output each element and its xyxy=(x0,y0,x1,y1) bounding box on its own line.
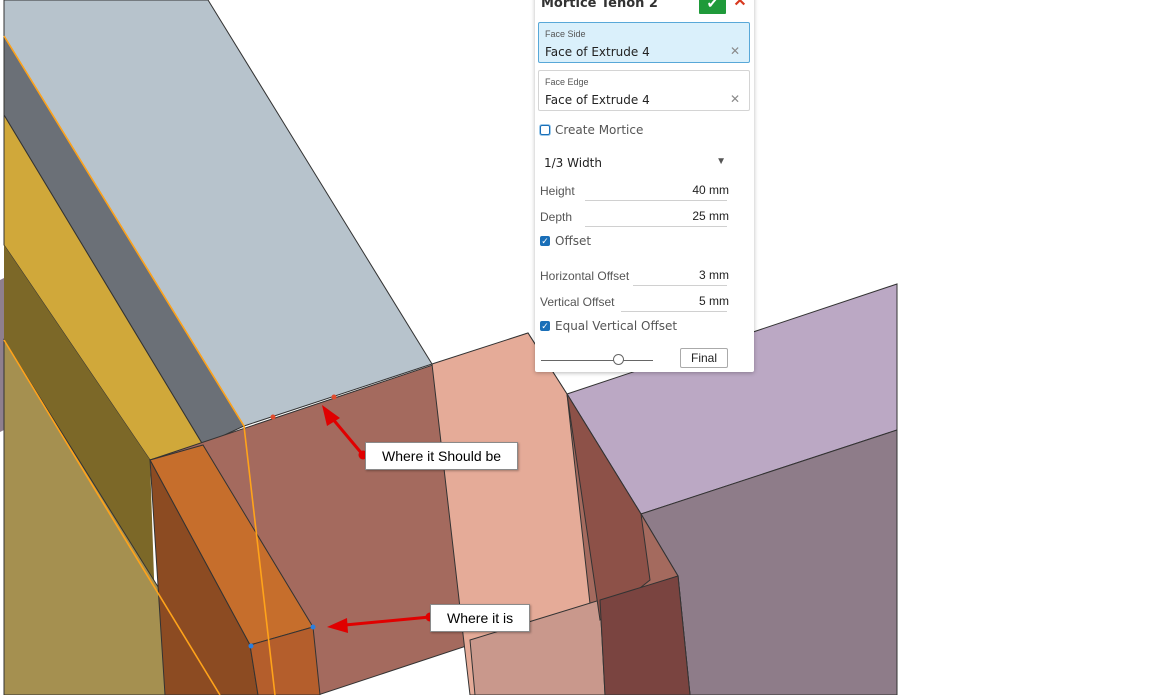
sketch-point xyxy=(248,643,254,649)
horizontal-offset-underline xyxy=(633,285,727,286)
final-button[interactable]: Final xyxy=(680,348,728,368)
face-side-label: Face Side xyxy=(545,29,586,39)
gray-face-left xyxy=(0,278,4,432)
equal-vertical-offset-checkbox[interactable]: ✓ xyxy=(540,321,550,331)
depth-label: Depth xyxy=(540,210,573,224)
depth-underline xyxy=(585,226,727,227)
feature-dialog: Mortice Tenon 2 ✔ ✕ Face Side Face of Ex… xyxy=(535,0,754,372)
height-input[interactable]: 40 mm xyxy=(692,183,729,197)
rollback-slider[interactable] xyxy=(541,360,653,361)
close-icon: ✕ xyxy=(733,0,747,10)
height-label: Height xyxy=(540,184,575,198)
annotation-where-it-is: Where it is xyxy=(430,604,531,632)
vertical-offset-underline xyxy=(621,311,727,312)
vertical-offset-label: Vertical Offset xyxy=(540,295,615,309)
cancel-button[interactable]: ✕ xyxy=(731,0,749,14)
sketch-point xyxy=(310,624,316,630)
offset-checkbox[interactable]: ✓ xyxy=(540,236,550,246)
face-edge-value: Face of Extrude 4 xyxy=(545,93,650,107)
face-edge-field[interactable]: Face Edge Face of Extrude 4 ✕ xyxy=(538,70,750,111)
horizontal-offset-input[interactable]: 3 mm xyxy=(699,268,729,282)
width-select-value: 1/3 Width xyxy=(544,156,602,170)
chevron-down-icon: ▼ xyxy=(716,156,726,167)
clear-icon[interactable]: ✕ xyxy=(730,92,740,106)
sketch-point xyxy=(270,414,276,420)
create-mortice-label: Create Mortice xyxy=(555,123,644,137)
sketch-point xyxy=(331,394,337,400)
face-side-field[interactable]: Face Side Face of Extrude 4 ✕ xyxy=(538,22,750,63)
face-edge-label: Face Edge xyxy=(545,77,589,87)
vertical-offset-input[interactable]: 5 mm xyxy=(699,294,729,308)
dialog-title: Mortice Tenon 2 xyxy=(541,0,658,11)
clear-icon[interactable]: ✕ xyxy=(730,44,740,58)
height-underline xyxy=(585,200,727,201)
width-select[interactable]: 1/3 Width ▼ xyxy=(538,152,728,174)
offset-label: Offset xyxy=(555,234,592,248)
horizontal-offset-label: Horizontal Offset xyxy=(540,269,630,283)
confirm-button[interactable]: ✔ xyxy=(699,0,726,14)
depth-input[interactable]: 25 mm xyxy=(692,209,729,223)
face-side-value: Face of Extrude 4 xyxy=(545,45,650,59)
check-icon: ✔ xyxy=(706,0,719,11)
slider-thumb[interactable] xyxy=(613,354,624,365)
create-mortice-checkbox[interactable] xyxy=(540,125,550,135)
equal-vertical-offset-label: Equal Vertical Offset xyxy=(555,319,678,333)
annotation-where-it-should-be: Where it Should be xyxy=(365,442,519,470)
